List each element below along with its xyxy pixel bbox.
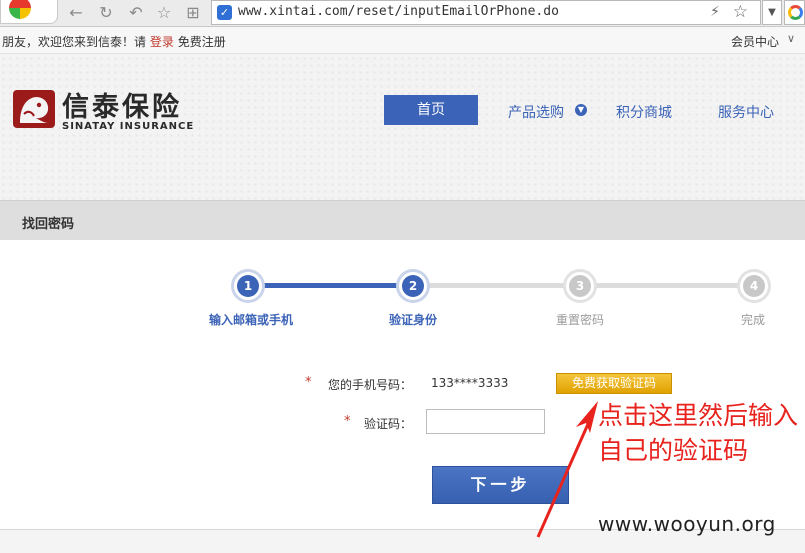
address-bar[interactable]: ✓ www.xintai.com/reset/inputEmailOrPhone… <box>211 0 761 25</box>
browser-toolbar: ← ↻ ↶ ☆ ⊞ ✓ www.xintai.com/reset/inputEm… <box>0 0 805 27</box>
step-4-label: 完成 <box>741 313 766 327</box>
browser-logo-icon <box>9 0 31 19</box>
chevron-down-icon[interactable]: ∨ <box>787 32 795 45</box>
address-url[interactable]: www.xintai.com/reset/inputEmailOrPhone.d… <box>238 4 559 19</box>
step-1-label: 输入邮箱或手机 <box>209 313 294 327</box>
products-dropdown-icon[interactable]: ▼ <box>575 104 587 116</box>
step-2-circle: 2 <box>396 269 430 303</box>
nav-home[interactable]: 首页 <box>384 95 478 125</box>
step-2-label: 验证身份 <box>389 313 438 327</box>
required-mark: * <box>305 375 312 390</box>
step-3-circle: 3 <box>563 269 597 303</box>
member-center-link[interactable]: 会员中心 <box>731 33 779 50</box>
lion-logo-icon <box>13 90 55 128</box>
logo-chinese: 信泰保险 <box>62 92 182 123</box>
step-4-circle: 4 <box>737 269 771 303</box>
phone-value: 133****3333 <box>431 376 509 390</box>
progress-track-done <box>248 283 414 288</box>
step-3-label: 重置密码 <box>556 313 605 327</box>
register-link[interactable]: 免费注册 <box>178 35 226 49</box>
welcome-bar: 朋友，欢迎您来到信泰！请 登录 免费注册 <box>2 33 226 50</box>
page-title: 找回密码 <box>22 217 75 232</box>
step-3-number: 3 <box>569 275 591 297</box>
lightning-icon[interactable]: ⚡ <box>710 4 720 20</box>
site-header: 信泰保险 SINATAY INSURANCE 首页 产品选购 ▼ 积分商城 服务… <box>0 55 805 200</box>
search-engine-icon <box>788 5 803 20</box>
welcome-text: 朋友，欢迎您来到信泰！请 <box>2 35 147 49</box>
reload-icon[interactable]: ↻ <box>94 1 118 25</box>
site-top-strip: 朋友，欢迎您来到信泰！请 登录 免费注册 会员中心 ∨ <box>0 27 805 54</box>
nav-service-center[interactable]: 服务中心 <box>718 102 774 122</box>
bookmark-star-icon[interactable]: ☆ <box>733 2 748 22</box>
required-mark: * <box>344 414 351 429</box>
browser-logo[interactable] <box>0 0 58 24</box>
get-code-button[interactable]: 免费获取验证码 <box>556 373 672 394</box>
address-dropdown-icon[interactable]: ▼ <box>762 0 782 25</box>
step-2-number: 2 <box>402 275 424 297</box>
watermark: www.wooyun.org <box>598 512 776 536</box>
logo-english: SINATAY INSURANCE <box>62 121 195 132</box>
code-label: 验证码： <box>364 417 413 431</box>
favorite-star-icon[interactable]: ☆ <box>152 1 176 25</box>
phone-label: 您的手机号码： <box>328 378 413 392</box>
login-link[interactable]: 登录 <box>150 35 174 49</box>
grid-icon[interactable]: ⊞ <box>181 1 205 25</box>
annotation-text: 点击这里然后输入自己的验证码 <box>598 401 799 465</box>
panel-header: 找回密码 <box>0 200 805 240</box>
nav-products[interactable]: 产品选购 <box>508 102 564 122</box>
step-1-circle: 1 <box>231 269 265 303</box>
step-1-number: 1 <box>237 275 259 297</box>
step-4-number: 4 <box>743 275 765 297</box>
undo-icon[interactable]: ↶ <box>124 1 148 25</box>
search-engine-button[interactable] <box>784 0 805 25</box>
security-shield-icon: ✓ <box>217 5 232 20</box>
nav-points-mall[interactable]: 积分商城 <box>616 102 672 122</box>
back-icon[interactable]: ← <box>64 1 88 25</box>
